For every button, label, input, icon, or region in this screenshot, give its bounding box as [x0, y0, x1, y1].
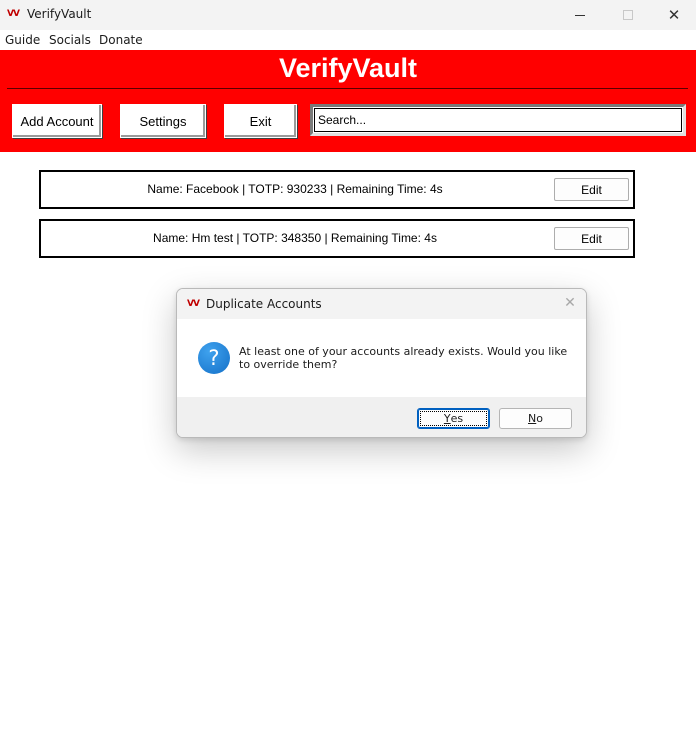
- no-mnemonic: N: [528, 412, 537, 425]
- dialog-logo-icon: VV: [187, 299, 200, 309]
- account-row: Name: Facebook | TOTP: 930233 | Remainin…: [39, 170, 635, 209]
- header-divider: [7, 88, 688, 89]
- menu-guide[interactable]: Guide: [5, 33, 40, 47]
- dialog-body: ? At least one of your accounts already …: [177, 319, 586, 397]
- app-brand-title: VerifyVault: [278, 53, 418, 83]
- add-account-button[interactable]: Add Account: [12, 104, 102, 138]
- question-icon: ?: [198, 342, 230, 374]
- minimize-icon: [575, 14, 585, 16]
- dialog-close-icon[interactable]: ✕: [560, 293, 580, 313]
- account-row: Name: Hm test | TOTP: 348350 | Remaining…: [39, 219, 635, 258]
- edit-account-button[interactable]: Edit: [554, 178, 629, 201]
- app-header: VerifyVault Add Account Settings Exit: [0, 50, 696, 152]
- window-title: VerifyVault: [27, 7, 92, 21]
- exit-button[interactable]: Exit: [224, 104, 297, 138]
- window-titlebar: VV VerifyVault ✕: [0, 0, 696, 30]
- dialog-message: At least one of your accounts already ex…: [239, 345, 568, 371]
- dialog-titlebar: VV Duplicate Accounts ✕: [177, 289, 586, 319]
- menu-donate[interactable]: Donate: [99, 33, 143, 47]
- close-icon: ✕: [667, 6, 681, 24]
- maximize-button[interactable]: [605, 0, 651, 30]
- app-logo-icon: VV: [7, 9, 20, 19]
- settings-button[interactable]: Settings: [120, 104, 206, 138]
- account-info-text: Name: Facebook | TOTP: 930233 | Remainin…: [147, 182, 443, 196]
- no-label-rest: o: [536, 412, 543, 425]
- dialog-footer: Yes No: [177, 397, 586, 437]
- maximize-icon: [623, 10, 633, 20]
- no-button[interactable]: No: [499, 408, 572, 429]
- focus-ring: [420, 411, 487, 426]
- close-window-button[interactable]: ✕: [651, 0, 696, 30]
- menu-socials[interactable]: Socials: [49, 33, 91, 47]
- minimize-button[interactable]: [557, 0, 603, 30]
- dialog-title: Duplicate Accounts: [206, 297, 322, 311]
- edit-account-button[interactable]: Edit: [554, 227, 629, 250]
- search-input[interactable]: [314, 108, 682, 132]
- yes-button[interactable]: Yes: [417, 408, 490, 429]
- search-box: [310, 104, 686, 136]
- account-info-text: Name: Hm test | TOTP: 348350 | Remaining…: [153, 231, 437, 245]
- menu-bar: Guide Socials Donate: [0, 30, 696, 50]
- duplicate-accounts-dialog: VV Duplicate Accounts ✕ ? At least one o…: [176, 288, 587, 438]
